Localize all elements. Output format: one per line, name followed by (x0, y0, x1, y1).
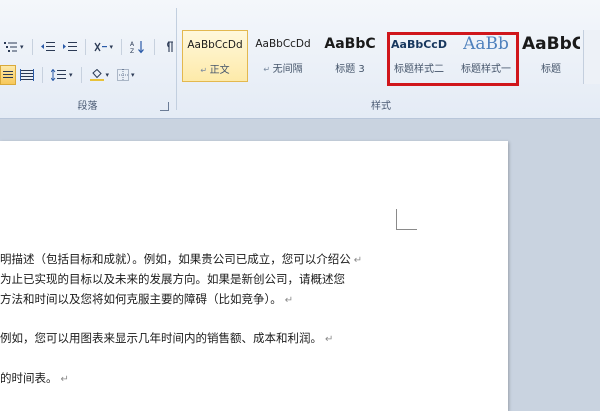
dropdown-arrow-icon: ▾ (131, 71, 135, 79)
style-sample: AaBbC (324, 36, 376, 52)
multilevel-list-icon (4, 41, 18, 53)
document-area: 明描述（包括目标和成就）。例如，如果贵公司已成立，您可以介绍公 ↵ 为止已实现的目… (0, 119, 600, 411)
paint-bucket-icon (89, 69, 104, 81)
style-heading-3[interactable]: AaBbC 标题 3 (318, 30, 382, 82)
dropdown-arrow-icon: ▾ (109, 43, 114, 51)
separator (154, 39, 156, 55)
separator (31, 39, 33, 55)
style-title[interactable]: AaBbC 标题 (520, 30, 582, 82)
paragraph-dialog-launcher[interactable] (160, 102, 169, 111)
distributed-align-button[interactable] (16, 65, 38, 85)
svg-text:A: A (130, 41, 135, 48)
borders-button[interactable]: ▾ (113, 65, 139, 85)
doc-line[interactable]: 方法和时间以及您将如何克服主要的障碍（比如竞争）。 ↵ (0, 291, 293, 309)
distributed-align-icon (20, 69, 34, 81)
highlight-box (387, 32, 519, 86)
paragraph-mark-icon (163, 41, 175, 53)
style-sample: AaBbCcDd (187, 39, 243, 51)
increase-indent-button[interactable] (59, 37, 81, 57)
styles-group-label: 样式 (371, 101, 391, 112)
justify-icon (3, 70, 13, 80)
dropdown-arrow-icon: ▾ (20, 43, 24, 51)
separator (121, 39, 123, 55)
svg-text:Z: Z (130, 48, 134, 54)
separator (80, 67, 82, 83)
paragraph-group: ▾ ▾ AZ ▾ ▾ ▾ 段落 (0, 0, 175, 118)
style-name: ↵ 无间隔 (263, 64, 303, 75)
style-name: 标题 (541, 64, 561, 75)
chinese-layout-icon (93, 41, 108, 53)
style-normal[interactable]: AaBbCcDd ↵ 正文 (182, 30, 248, 82)
dropdown-arrow-icon: ▾ (105, 71, 110, 79)
doc-line[interactable]: 明描述（包括目标和成就）。例如，如果贵公司已成立，您可以介绍公 ↵ (0, 251, 362, 269)
ribbon: ▾ ▾ AZ ▾ ▾ ▾ 段落 AaBbCcDd ↵ 正文 AaBbCcDd ↵… (0, 0, 600, 119)
margin-corner-mark (396, 209, 417, 230)
styles-group: AaBbCcDd ↵ 正文 AaBbCcDd ↵ 无间隔 AaBbC 标题 3 … (178, 0, 600, 118)
paragraph-group-label: 段落 (77, 101, 98, 112)
doc-line[interactable]: 例如，您可以用图表来显示几年时间内的销售额、成本和利润。 ↵ (0, 330, 333, 348)
style-sample: AaBbCcDd (255, 38, 311, 50)
paragraph-toolbar-row-1: ▾ ▾ AZ (0, 36, 179, 58)
line-spacing-icon (51, 69, 67, 81)
paragraph-toolbar-row-2: ▾ ▾ ▾ (0, 64, 139, 86)
multilevel-list-button[interactable]: ▾ (0, 37, 28, 57)
group-divider (176, 8, 177, 110)
doc-line[interactable]: 的时间表。 ↵ (0, 370, 69, 388)
shading-button[interactable]: ▾ (86, 65, 114, 85)
line-spacing-button[interactable]: ▾ (47, 65, 77, 85)
style-sample: AaBbC (522, 34, 580, 54)
sort-icon: AZ (130, 40, 146, 54)
separator (42, 67, 43, 83)
decrease-indent-button[interactable] (37, 37, 59, 57)
style-no-spacing[interactable]: AaBbCcDd ↵ 无间隔 (250, 30, 316, 82)
dropdown-arrow-icon: ▾ (69, 71, 73, 79)
style-name: ↵ 正文 (200, 65, 230, 76)
styles-scroll-strip[interactable] (583, 30, 600, 84)
style-name: 标题 3 (335, 64, 365, 75)
increase-indent-icon (62, 41, 77, 53)
doc-line[interactable]: 为止已实现的目标以及未来的发展方向。如果是新创公司，请概述您 (0, 271, 345, 287)
justify-button[interactable] (0, 65, 16, 85)
borders-icon (117, 69, 130, 81)
sort-button[interactable]: AZ (126, 37, 150, 57)
chinese-layout-button[interactable]: ▾ (90, 37, 118, 57)
decrease-indent-icon (40, 41, 55, 53)
separator (84, 39, 86, 55)
document-page[interactable]: 明描述（包括目标和成就）。例如，如果贵公司已成立，您可以介绍公 ↵ 为止已实现的目… (0, 141, 508, 411)
